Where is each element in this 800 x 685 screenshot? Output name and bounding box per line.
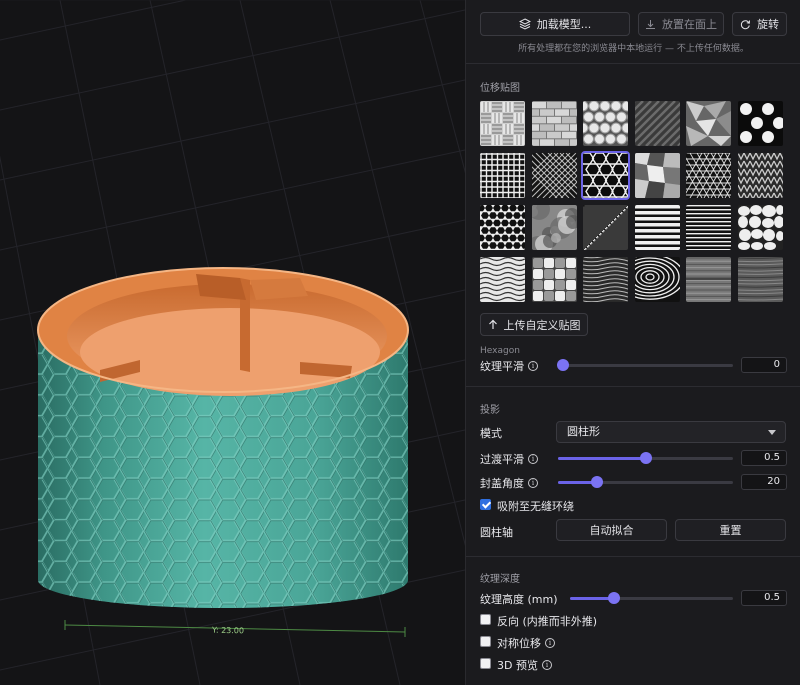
- smoothing-slider[interactable]: [557, 359, 733, 371]
- preview-label: 3D 预览: [497, 659, 538, 672]
- mode-select[interactable]: 圆柱形: [556, 421, 786, 443]
- download-icon: [646, 19, 655, 29]
- texture-swatch-hexagon[interactable]: [581, 151, 630, 200]
- info-icon[interactable]: i: [545, 638, 555, 648]
- texture-swatch-bubble[interactable]: [583, 101, 628, 146]
- smoothing-value[interactable]: 0: [741, 357, 787, 373]
- upload-texture-button[interactable]: 上传自定义贴图: [480, 313, 588, 336]
- height-value[interactable]: 0.5: [741, 590, 787, 606]
- texture-swatch-knit[interactable]: [737, 153, 783, 198]
- texture-swatch-carbon-fiber[interactable]: [634, 101, 680, 146]
- texture-swatch-thin-stripes[interactable]: [686, 205, 731, 250]
- texture-swatch-wood-grain[interactable]: [583, 257, 628, 302]
- info-icon[interactable]: i: [528, 361, 538, 371]
- axis-label: Y: 23.00: [211, 626, 244, 636]
- texture-swatch-hex-mesh[interactable]: [480, 205, 525, 250]
- auto-fit-button[interactable]: 自动拟合: [556, 519, 667, 541]
- place-flat-label: 放置在面上: [662, 18, 717, 31]
- cap-angle-slider[interactable]: [558, 476, 733, 488]
- symmetric-label-row: 对称位移 i: [497, 635, 555, 651]
- transition-slider[interactable]: [558, 452, 733, 464]
- seam-snap-label: 吸附至无缝环绕: [497, 500, 574, 513]
- smoothing-label-row: 纹理平滑 i: [480, 358, 538, 374]
- info-icon[interactable]: i: [541, 660, 552, 670]
- rotate-button[interactable]: 旋转: [732, 12, 787, 36]
- info-icon[interactable]: i: [528, 478, 538, 488]
- upload-arrow-icon: [488, 319, 497, 329]
- privacy-note: 所有处理都在您的浏览器中本地运行 — 不上传任何数据。: [518, 44, 749, 54]
- displacement-section-title: 位移贴图: [480, 83, 520, 94]
- smoothing-label: 纹理平滑: [480, 360, 524, 373]
- smoothing-knob[interactable]: [557, 359, 569, 371]
- refresh-icon: [740, 19, 750, 29]
- 3d-viewport[interactable]: Y: 23.00: [0, 0, 465, 685]
- cylinder-model: [37, 267, 409, 608]
- settings-panel: 加载模型... 放置在面上 旋转 所有处理都在您的浏览器中本地运行 — 不上传任…: [465, 0, 800, 685]
- projection-section-title: 投影: [480, 405, 500, 416]
- invert-label: 反向 (内推而非外推): [497, 615, 598, 628]
- texture-swatch-weave[interactable]: [531, 257, 577, 302]
- height-knob[interactable]: [608, 592, 620, 604]
- cap-angle-label: 封盖角度: [480, 477, 524, 490]
- texture-swatch-wood-dark[interactable]: [737, 257, 783, 302]
- selected-texture-name: Hexagon: [480, 346, 520, 356]
- cylinder-axis-label: 圆柱轴: [480, 526, 513, 539]
- transition-label-row: 过渡平滑 i: [480, 451, 538, 467]
- info-icon[interactable]: i: [528, 454, 538, 464]
- texture-swatch-stones[interactable]: [737, 205, 783, 250]
- cap-angle-label-row: 封盖角度 i: [480, 475, 538, 491]
- load-model-label: 加载模型...: [536, 18, 592, 31]
- viewport-scene: Y: 23.00: [0, 0, 465, 685]
- cap-angle-knob[interactable]: [590, 476, 603, 488]
- texture-swatch-triangles[interactable]: [686, 153, 731, 198]
- place-flat-button[interactable]: 放置在面上: [638, 12, 724, 36]
- transition-value[interactable]: 0.5: [741, 450, 787, 466]
- rotate-label: 旋转: [757, 18, 779, 31]
- reset-label: 重置: [719, 524, 742, 537]
- texture-swatch-speckle[interactable]: [583, 205, 628, 250]
- texture-swatch-crystal[interactable]: [686, 101, 731, 146]
- texture-swatch-brick[interactable]: [531, 101, 577, 146]
- layers-icon: [518, 18, 531, 30]
- upload-texture-label: 上传自定义贴图: [503, 318, 581, 332]
- transition-label: 过渡平滑: [480, 453, 524, 466]
- seam-snap-checkbox[interactable]: [480, 499, 491, 510]
- auto-fit-label: 自动拟合: [589, 524, 634, 537]
- texture-swatch-wavy[interactable]: [480, 257, 525, 302]
- texture-swatch-noise[interactable]: [531, 205, 577, 250]
- texture-swatch-dots[interactable]: [737, 101, 783, 146]
- texture-swatch-stripes[interactable]: [634, 205, 680, 250]
- symmetric-checkbox[interactable]: [480, 636, 491, 647]
- texture-swatch-wood-plank[interactable]: [686, 257, 731, 302]
- mode-label: 模式: [480, 427, 502, 440]
- texture-swatch-basket[interactable]: [480, 101, 525, 146]
- invert-checkbox[interactable]: [480, 614, 491, 625]
- chevron-down-icon: [768, 430, 776, 435]
- mode-select-value: 圆柱形: [567, 425, 600, 438]
- texture-swatch-wood-rings[interactable]: [634, 257, 680, 302]
- texture-swatch-diamond[interactable]: [531, 153, 577, 198]
- texture-swatch-voronoi[interactable]: [634, 153, 680, 198]
- transition-fill: [558, 457, 646, 460]
- transition-knob[interactable]: [639, 452, 652, 464]
- depth-section-title: 纹理深度: [480, 574, 520, 585]
- preview-checkbox[interactable]: [480, 658, 491, 669]
- load-model-button[interactable]: 加载模型...: [480, 12, 630, 36]
- cap-angle-value[interactable]: 20: [741, 474, 787, 490]
- preview-label-row: 3D 预览 i: [497, 657, 552, 673]
- height-label: 纹理高度 (mm): [480, 593, 558, 606]
- texture-swatch-grid[interactable]: [480, 153, 525, 198]
- height-slider[interactable]: [570, 592, 733, 604]
- symmetric-label: 对称位移: [497, 637, 541, 650]
- reset-button[interactable]: 重置: [675, 519, 786, 541]
